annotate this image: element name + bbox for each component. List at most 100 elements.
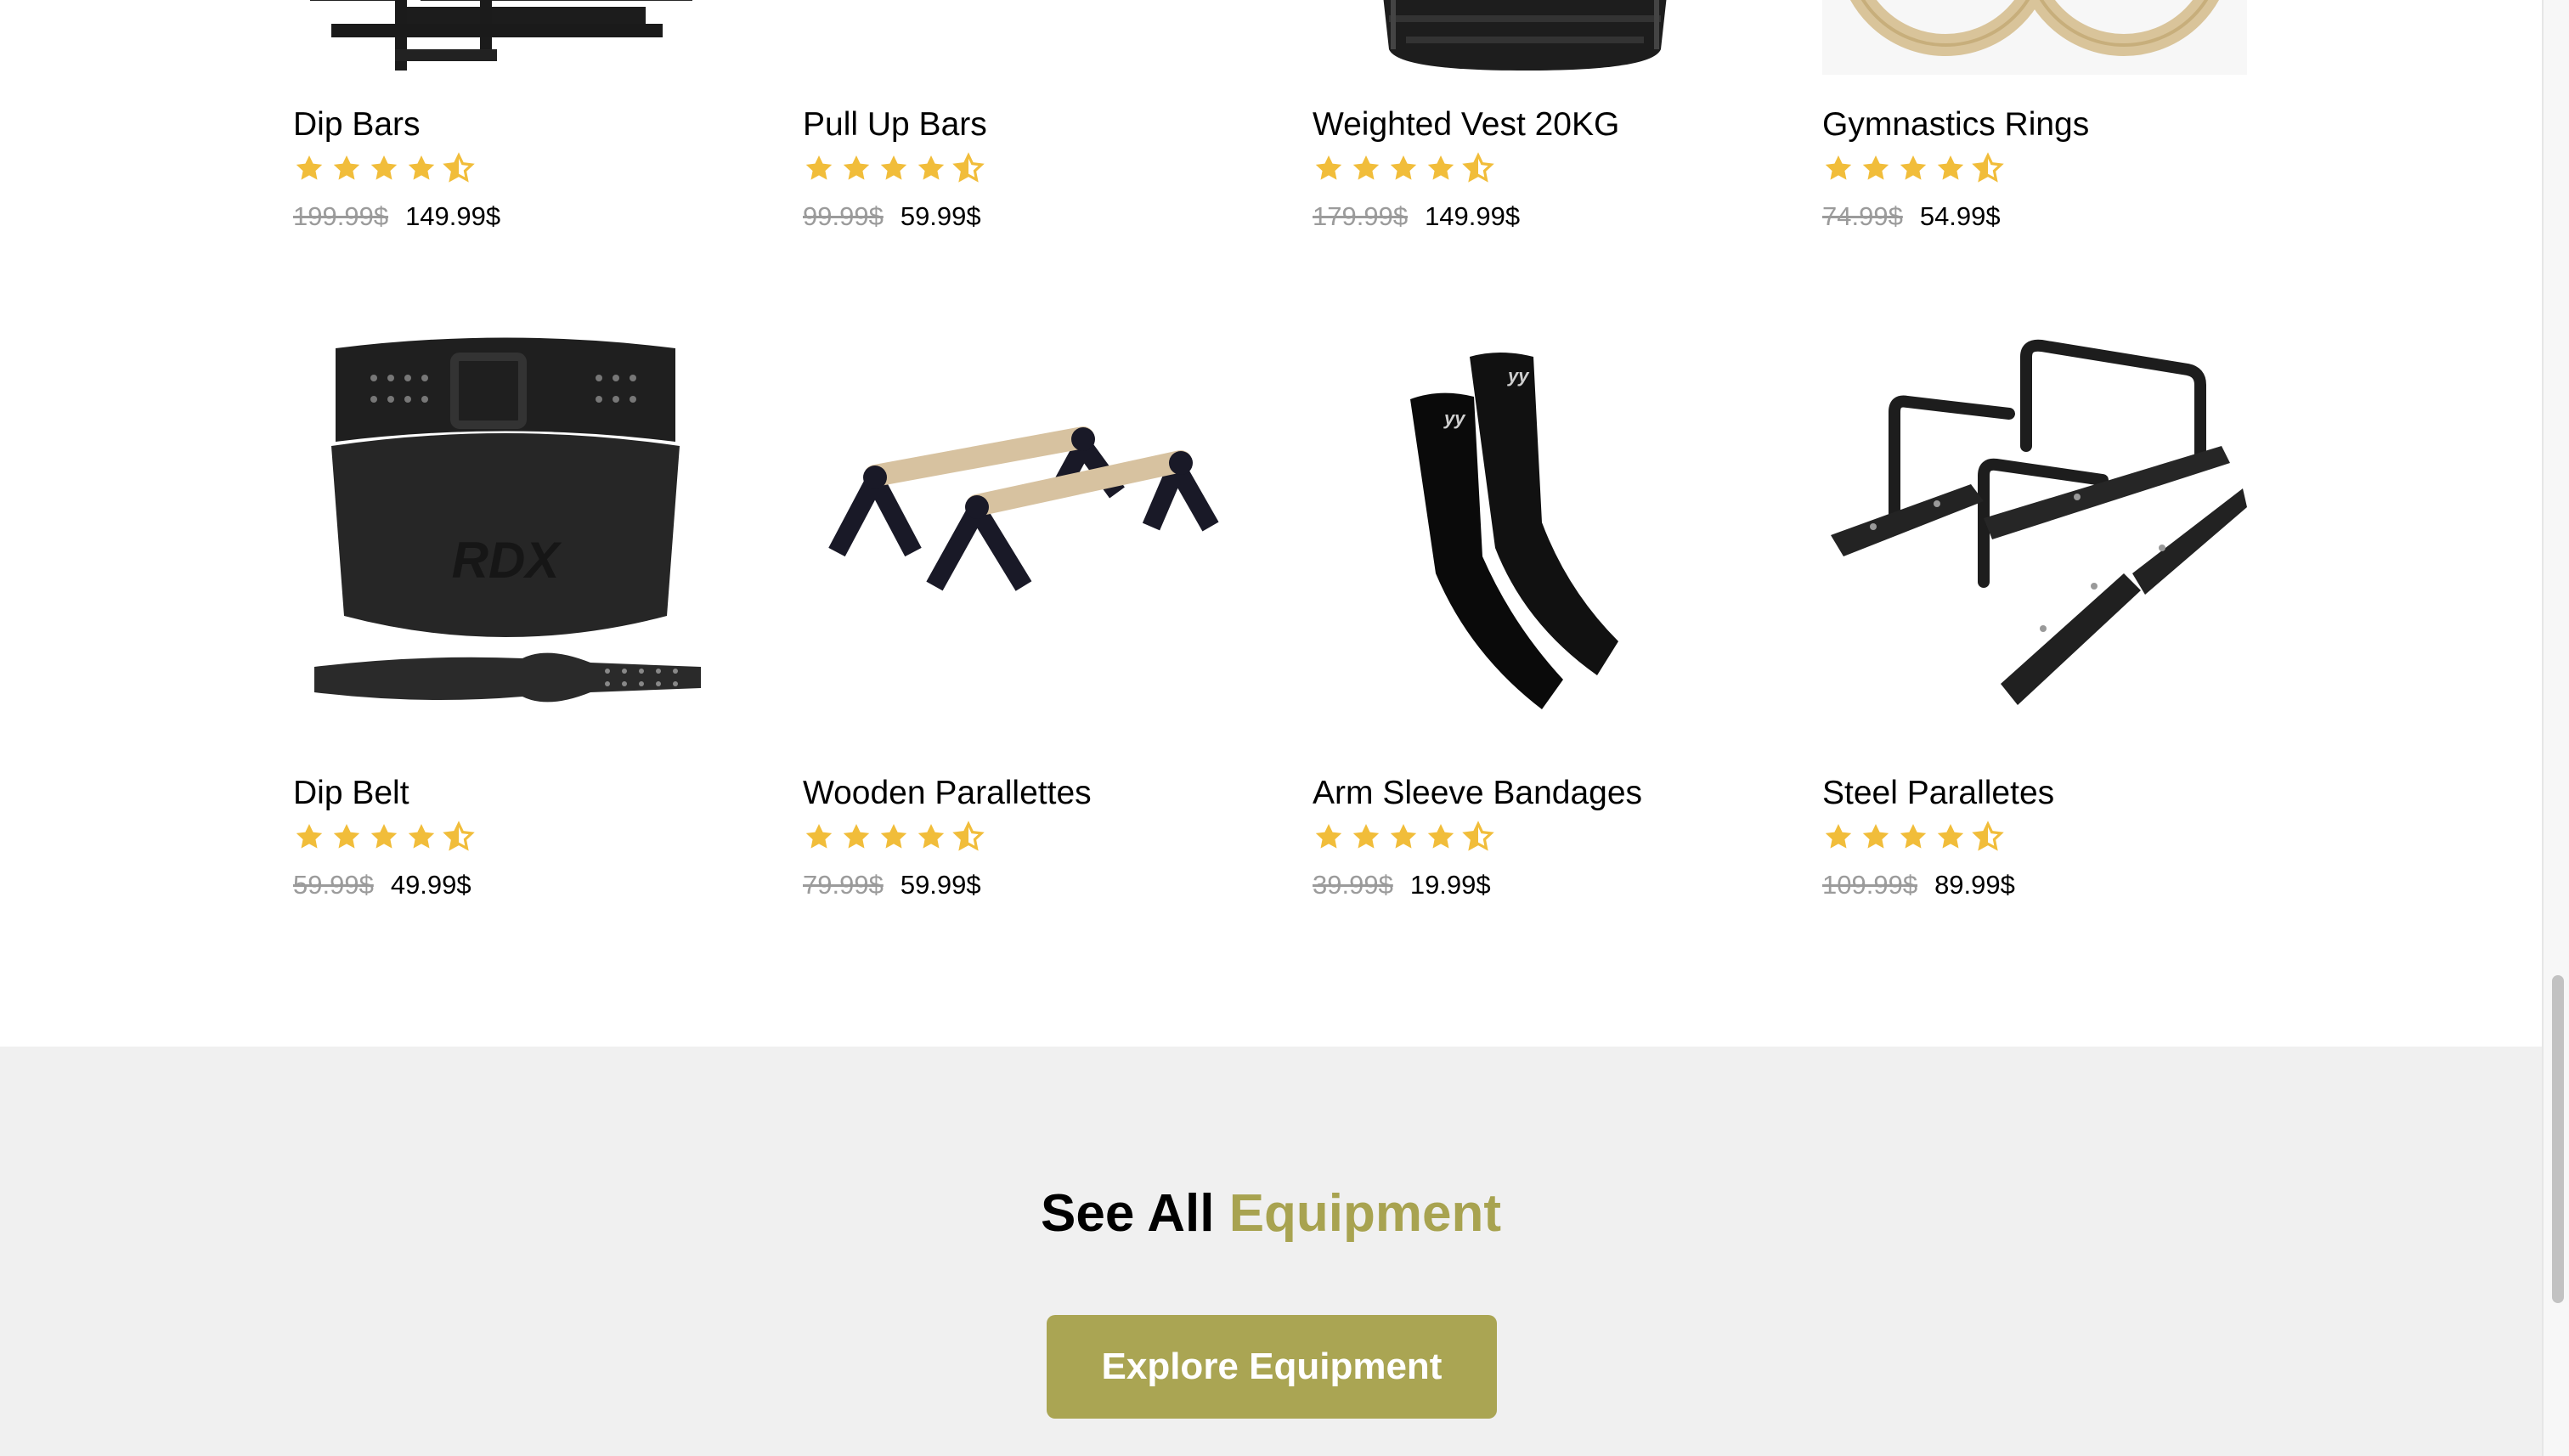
- arm-sleeve-image[interactable]: yy yy: [1313, 319, 1737, 743]
- weighted-vest-image[interactable]: [1313, 0, 1737, 75]
- product-name[interactable]: Dip Bars: [293, 106, 421, 144]
- old-price: 99.99$: [803, 201, 884, 231]
- gymnastics-rings-image[interactable]: [1822, 0, 2247, 75]
- star-half-icon: [1972, 152, 2004, 183]
- star-icon: [1315, 823, 1342, 849]
- rating-stars: [1822, 821, 2004, 856]
- sleeve-brand-text: yy: [1507, 365, 1530, 387]
- gymnastics-rings-image-art: [1850, 0, 2219, 56]
- current-price: 59.99$: [900, 870, 981, 900]
- product-card[interactable]: Dip Bars 199.99$ 149.99$: [293, 0, 718, 279]
- star-icon: [1352, 155, 1380, 180]
- heading-prefix: See All: [1040, 1184, 1215, 1244]
- rating-stars: [293, 821, 475, 856]
- price-row: 99.99$ 59.99$: [803, 201, 981, 232]
- star-icon: [1862, 155, 1889, 180]
- steel-parallettes-image-art: [1831, 339, 2247, 705]
- vertical-scrollbar[interactable]: [2542, 0, 2569, 1456]
- rating-stars: [1822, 152, 2004, 188]
- product-name[interactable]: Arm Sleeve Bandages: [1313, 775, 1642, 812]
- dip-bars-image[interactable]: [293, 0, 718, 75]
- star-icon: [918, 823, 945, 849]
- star-icon: [1427, 823, 1454, 849]
- star-icon: [918, 155, 945, 180]
- pull-up-bars-image[interactable]: [803, 0, 1228, 75]
- star-half-icon: [443, 152, 475, 183]
- star-half-icon: [1462, 821, 1494, 851]
- wooden-parallettes-image-art: [828, 426, 1219, 591]
- rating-stars: [803, 821, 985, 856]
- product-card[interactable]: Gymnastics Rings 74.99$ 54.99$: [1822, 0, 2247, 279]
- star-half-icon: [952, 821, 985, 851]
- current-price: 54.99$: [1919, 201, 2001, 231]
- product-card[interactable]: RDX Dip Belt 59.99$ 49.99$: [293, 319, 718, 947]
- old-price: 79.99$: [803, 870, 884, 900]
- star-icon: [296, 823, 323, 849]
- star-half-icon: [443, 821, 475, 851]
- wooden-parallettes-image[interactable]: [803, 319, 1228, 743]
- star-icon: [880, 155, 907, 180]
- product-card[interactable]: Weighted Vest 20KG 179.99$ 149.99$: [1313, 0, 1737, 279]
- star-icon: [1315, 155, 1342, 180]
- current-price: 19.99$: [1409, 870, 1491, 900]
- rating-stars: [803, 152, 985, 188]
- star-icon: [370, 823, 398, 849]
- star-icon: [333, 155, 360, 180]
- price-row: 199.99$ 149.99$: [293, 201, 500, 232]
- rating-stars: [293, 152, 475, 188]
- price-row: 79.99$ 59.99$: [803, 870, 981, 900]
- steel-parallettes-image[interactable]: [1822, 319, 2247, 743]
- old-price: 74.99$: [1822, 201, 1903, 231]
- current-price: 149.99$: [405, 201, 501, 231]
- explore-equipment-button[interactable]: Explore Equipment: [1047, 1315, 1497, 1419]
- product-name[interactable]: Weighted Vest 20KG: [1313, 106, 1619, 144]
- star-icon: [1390, 155, 1417, 180]
- old-price: 59.99$: [293, 870, 374, 900]
- arm-sleeve-image-art: yy yy: [1410, 353, 1618, 709]
- product-name[interactable]: Pull Up Bars: [803, 106, 987, 144]
- price-row: 179.99$ 149.99$: [1313, 201, 1520, 232]
- star-icon: [880, 823, 907, 849]
- product-name[interactable]: Dip Belt: [293, 775, 409, 812]
- dip-belt-image[interactable]: RDX: [293, 319, 718, 743]
- product-name[interactable]: Gymnastics Rings: [1822, 106, 2089, 144]
- product-name[interactable]: Steel Paralletes: [1822, 775, 2054, 812]
- price-row: 109.99$ 89.99$: [1822, 870, 2015, 900]
- star-icon: [296, 155, 323, 180]
- dip-bars-image-art: [310, 0, 692, 71]
- star-icon: [1825, 155, 1852, 180]
- star-icon: [805, 155, 833, 180]
- star-icon: [1390, 823, 1417, 849]
- star-icon: [1427, 155, 1454, 180]
- current-price: 49.99$: [390, 870, 471, 900]
- old-price: 179.99$: [1313, 201, 1409, 231]
- product-name[interactable]: Wooden Parallettes: [803, 775, 1092, 812]
- old-price: 109.99$: [1822, 870, 1918, 900]
- product-card[interactable]: yy yy Arm Sleeve Bandages 39.99$ 19.99$: [1313, 319, 1737, 947]
- star-icon: [1862, 823, 1889, 849]
- product-grid: Dip Bars 199.99$ 149.99$ Pull Up Bars 99.…: [293, 0, 2247, 1045]
- sleeve-brand-text: yy: [1443, 408, 1466, 429]
- weighted-vest-image-art: [1383, 0, 1667, 71]
- product-card[interactable]: Steel Paralletes 109.99$ 89.99$: [1822, 319, 2247, 947]
- product-card[interactable]: Wooden Parallettes 79.99$ 59.99$: [803, 319, 1228, 947]
- star-icon: [843, 155, 870, 180]
- product-card[interactable]: Pull Up Bars 99.99$ 59.99$: [803, 0, 1228, 279]
- price-row: 74.99$ 54.99$: [1822, 201, 2001, 232]
- star-icon: [333, 823, 360, 849]
- current-price: 149.99$: [1425, 201, 1521, 231]
- star-icon: [408, 823, 435, 849]
- see-all-equipment-section: See All Equipment Explore Equipment: [0, 1047, 2542, 1456]
- current-price: 59.99$: [900, 201, 981, 231]
- star-icon: [408, 155, 435, 180]
- old-price: 199.99$: [293, 201, 389, 231]
- star-half-icon: [1972, 821, 2004, 851]
- star-icon: [843, 823, 870, 849]
- scrollbar-thumb[interactable]: [2552, 975, 2564, 1303]
- star-icon: [370, 155, 398, 180]
- product-page: Dip Bars 199.99$ 149.99$ Pull Up Bars 99.…: [0, 0, 2542, 1456]
- star-icon: [1352, 823, 1380, 849]
- star-half-icon: [952, 152, 985, 183]
- section-heading: See All Equipment: [0, 1183, 2542, 1244]
- price-row: 39.99$ 19.99$: [1313, 870, 1491, 900]
